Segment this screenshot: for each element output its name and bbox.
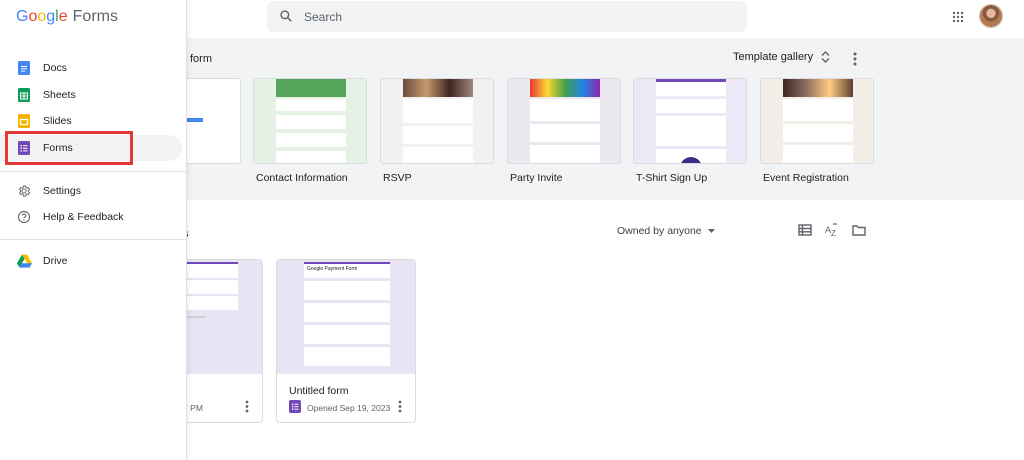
template-label: T-Shirt Sign Up bbox=[636, 172, 708, 184]
form-title: Untitled form bbox=[289, 385, 349, 397]
folder-icon[interactable] bbox=[852, 223, 866, 237]
more-options-icon[interactable] bbox=[245, 400, 249, 413]
sidebar-item-drive[interactable]: Drive bbox=[0, 248, 182, 274]
owner-filter-dropdown[interactable]: Owned by anyone bbox=[617, 225, 715, 237]
recent-form-card[interactable]: Google Payment Form Untitled form Opened… bbox=[276, 259, 416, 423]
more-options-icon[interactable] bbox=[853, 52, 857, 66]
template-rsvp[interactable] bbox=[380, 78, 494, 164]
template-party-invite[interactable] bbox=[507, 78, 621, 164]
sidebar-item-docs[interactable]: Docs bbox=[0, 55, 182, 81]
search-icon bbox=[280, 10, 292, 22]
slides-icon bbox=[18, 114, 30, 128]
sheets-icon bbox=[18, 88, 30, 102]
sidebar-item-label: Sheets bbox=[43, 89, 76, 101]
divider bbox=[0, 239, 187, 240]
template-label: Event Registration bbox=[763, 172, 849, 184]
sidebar-item-label: Settings bbox=[43, 185, 81, 197]
sidebar-item-label: Help & Feedback bbox=[43, 211, 124, 223]
owner-filter-label: Owned by anyone bbox=[617, 225, 702, 237]
gear-icon bbox=[18, 185, 31, 197]
sidebar-item-label: Drive bbox=[43, 255, 68, 267]
form-opened-date: Opened Sep 19, 2023 bbox=[307, 403, 391, 413]
template-label: Party Invite bbox=[510, 172, 563, 184]
google-wordmark: Google bbox=[16, 8, 68, 25]
template-header-image bbox=[783, 79, 853, 97]
highlight-annotation bbox=[5, 131, 133, 165]
template-gallery-button[interactable]: Template gallery bbox=[733, 51, 830, 63]
template-header-image bbox=[530, 79, 600, 97]
divider bbox=[0, 171, 187, 172]
product-name: Forms bbox=[72, 8, 118, 25]
thumbnail-form-title: Google Payment Form bbox=[307, 266, 358, 272]
form-thumbnail: Google Payment Form bbox=[277, 260, 415, 374]
search-input[interactable]: Search bbox=[304, 10, 342, 24]
sidebar-item-label: Slides bbox=[43, 115, 72, 127]
template-label: Contact Information bbox=[256, 172, 348, 184]
sort-az-icon[interactable]: AZ bbox=[825, 223, 839, 237]
avatar[interactable] bbox=[980, 5, 1002, 27]
template-header-image bbox=[403, 79, 473, 97]
search-box[interactable]: Search bbox=[267, 1, 747, 32]
plus-icon bbox=[186, 118, 203, 122]
help-icon bbox=[17, 210, 31, 224]
template-gallery-label: Template gallery bbox=[733, 51, 814, 63]
docs-icon bbox=[18, 61, 30, 75]
template-label: RSVP bbox=[383, 172, 412, 184]
start-new-form-title: form bbox=[190, 53, 212, 65]
template-contact-information[interactable] bbox=[253, 78, 367, 164]
list-view-icon[interactable] bbox=[798, 223, 812, 237]
sidebar-item-label: Docs bbox=[43, 62, 67, 74]
svg-text:Z: Z bbox=[831, 229, 836, 237]
forms-icon bbox=[289, 400, 301, 413]
drive-icon bbox=[17, 254, 32, 268]
forms-home: Search form Template gallery Contact Inf… bbox=[0, 0, 1024, 460]
more-options-icon[interactable] bbox=[398, 400, 402, 413]
template-event-registration[interactable] bbox=[760, 78, 874, 164]
apps-grid-icon[interactable] bbox=[952, 11, 964, 23]
google-forms-logo[interactable]: Google Forms bbox=[16, 8, 118, 26]
sidebar-item-help[interactable]: Help & Feedback bbox=[0, 204, 182, 230]
dropdown-arrow-icon bbox=[707, 229, 715, 233]
unfold-icon bbox=[821, 51, 830, 63]
template-header-image bbox=[276, 79, 346, 97]
app-drawer: Google Forms Docs Sheets Slides Forms Se… bbox=[0, 0, 187, 460]
sidebar-item-sheets[interactable]: Sheets bbox=[0, 82, 182, 108]
template-tshirt-signup[interactable] bbox=[633, 78, 747, 164]
sidebar-item-settings[interactable]: Settings bbox=[0, 178, 182, 204]
